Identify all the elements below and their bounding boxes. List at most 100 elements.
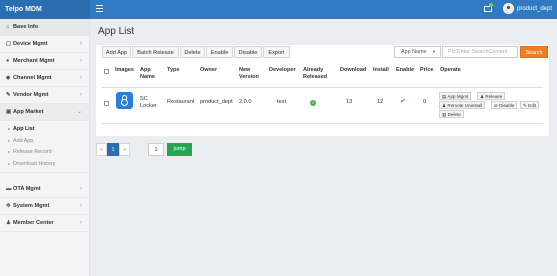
chevron-right-icon: ›: [80, 186, 82, 192]
caret-right-icon: ▸: [8, 149, 11, 154]
sidebar-item-label: OTA Mgmt: [13, 186, 41, 192]
search-input[interactable]: Plz Enter SearchContent: [442, 46, 518, 58]
row-disable-button[interactable]: ⊘ Disable: [491, 101, 518, 109]
prev-page-button[interactable]: «: [96, 143, 107, 156]
batch-release-button[interactable]: Batch Release: [132, 46, 179, 58]
chevron-right-icon: ›: [80, 92, 82, 98]
row-divider: [102, 123, 543, 124]
device-icon: ▢: [6, 41, 12, 47]
sidebar-subitem-app-list[interactable]: ▸ App List: [0, 123, 89, 135]
header-divider: [102, 87, 543, 88]
sidebar-item-base-info[interactable]: ⌂ Base Info: [0, 19, 89, 36]
col-developer: Developer: [269, 67, 296, 73]
sidebar: ⌂ Base Info ▢ Device Mgmt › ● Merchant Mgmt…: [0, 19, 90, 276]
add-app-button[interactable]: Add App: [102, 46, 131, 58]
cell-type: Restaurant: [167, 99, 195, 105]
app-list-panel: Add App Batch Release Delete Enable Disa…: [96, 45, 549, 136]
users-icon: ◆: [6, 75, 11, 81]
col-price: Price: [420, 67, 434, 73]
sidebar-item-label: Device Mgmt: [13, 41, 48, 47]
sidebar-subitem-release-record[interactable]: ▸ Release Record: [0, 146, 89, 158]
chevron-right-icon: ›: [80, 58, 82, 64]
app-lock-icon: [116, 92, 133, 109]
sidebar-item-system-mgmt[interactable]: ✲ System Mgmt ›: [0, 198, 89, 215]
caret-right-icon: ▸: [8, 126, 11, 131]
cell-version: 2.0.0: [239, 99, 252, 105]
sidebar-item-label: Merchant Mgmt: [13, 58, 55, 64]
delete-button[interactable]: Delete: [180, 46, 205, 58]
enable-button[interactable]: Enable: [206, 46, 233, 58]
chevron-right-icon: ›: [80, 220, 82, 226]
sidebar-item-merchant-mgmt[interactable]: ● Merchant Mgmt ›: [0, 53, 89, 70]
sidebar-item-label: Channel Mgmt: [13, 75, 52, 81]
sidebar-item-label: System Mgmt: [13, 203, 50, 209]
remote-uninstall-button[interactable]: ♟ Remote Uninstall: [439, 101, 486, 109]
col-new-version: New Version: [239, 67, 259, 80]
row-checkbox[interactable]: [104, 101, 109, 106]
col-download: Download: [340, 67, 367, 73]
col-install: Install: [373, 67, 389, 73]
folder-icon: ▬: [6, 186, 12, 192]
avatar[interactable]: [503, 3, 514, 14]
user-name[interactable]: product_dept: [517, 0, 552, 19]
col-operate: Operate: [440, 67, 461, 73]
search-button[interactable]: Search: [520, 46, 548, 58]
store-icon: ▣: [6, 109, 12, 115]
release-button[interactable]: ♟ Release: [477, 92, 506, 100]
user-icon: ●: [6, 58, 10, 64]
page-1-button[interactable]: 1: [107, 143, 119, 156]
chevron-right-icon: ›: [80, 75, 82, 81]
col-app-name: App Name: [140, 67, 155, 80]
col-type: Type: [167, 67, 180, 73]
sidebar-item-member-center[interactable]: ♟ Member Center ›: [0, 215, 89, 232]
col-already-released: Already Released: [303, 67, 328, 80]
sidebar-subitem-download-history[interactable]: ▸ Download History: [0, 158, 89, 170]
top-navbar: Telpo MDM product_dept: [0, 0, 557, 19]
edit-button[interactable]: ✎ Edit: [520, 101, 540, 109]
sidebar-subitem-add-app[interactable]: ▸ Add App: [0, 135, 89, 147]
caret-down-icon: ▼: [432, 49, 436, 54]
sidebar-item-app-market[interactable]: ▣ App Market ⌄: [0, 104, 89, 121]
chevron-right-icon: ›: [80, 41, 82, 47]
cell-owner: product_dept: [200, 99, 233, 105]
caret-right-icon: ▸: [8, 160, 11, 166]
sidebar-item-label: App Market: [13, 109, 44, 115]
sidebar-item-label: Vendor Mgmt: [13, 92, 49, 98]
enabled-check-icon: ✔: [400, 98, 406, 105]
page-title: App List: [98, 26, 135, 37]
sidebar-item-vendor-mgmt[interactable]: ✎ Vendor Mgmt ›: [0, 87, 89, 104]
home-icon: ⌂: [6, 24, 10, 30]
caret-right-icon: ▸: [8, 137, 11, 143]
released-check-icon: ✓: [310, 100, 316, 106]
next-page-button[interactable]: »: [119, 143, 130, 156]
app-market-submenu: ▸ App List ▸ Add App ▸ Release Record ▸ Down…: [0, 121, 89, 173]
menu-toggle-icon[interactable]: [96, 5, 103, 12]
cell-download: 13: [346, 99, 353, 105]
sidebar-item-label: Base Info: [13, 24, 39, 30]
sidebar-item-ota-mgmt[interactable]: ▬ OTA Mgmt ›: [0, 181, 89, 198]
col-enable: Enable: [396, 67, 415, 73]
export-button[interactable]: Export: [263, 46, 290, 58]
sidebar-item-channel-mgmt[interactable]: ◆ Channel Mgmt ›: [0, 70, 89, 87]
chevron-right-icon: ›: [80, 203, 82, 209]
search-field-select[interactable]: App Name ▼: [394, 46, 441, 58]
jump-button[interactable]: jump: [167, 143, 192, 156]
col-images: Images: [115, 67, 134, 73]
row-delete-button[interactable]: ▥ Delete: [439, 110, 464, 118]
disable-button[interactable]: Disable: [234, 46, 262, 58]
jump-page-input[interactable]: 1: [148, 143, 164, 156]
wrench-icon: ✎: [6, 92, 11, 98]
select-all-checkbox[interactable]: [104, 69, 109, 74]
cell-app-name: SC Locker: [140, 96, 157, 109]
person-icon: ♟: [6, 220, 11, 226]
app-mgmt-button[interactable]: ▤ App Mgmt: [439, 92, 472, 100]
col-owner: Owner: [200, 67, 218, 73]
main-content: App List Add App Batch Release Delete En…: [90, 19, 557, 276]
gear-icon: ✲: [6, 203, 11, 209]
brand-logo[interactable]: Telpo MDM: [0, 0, 90, 19]
cell-price: 0: [423, 99, 427, 105]
cell-developer: test: [277, 99, 287, 105]
notification-badge: [489, 3, 493, 7]
cell-install: 12: [377, 99, 384, 105]
sidebar-item-device-mgmt[interactable]: ▢ Device Mgmt ›: [0, 36, 89, 53]
